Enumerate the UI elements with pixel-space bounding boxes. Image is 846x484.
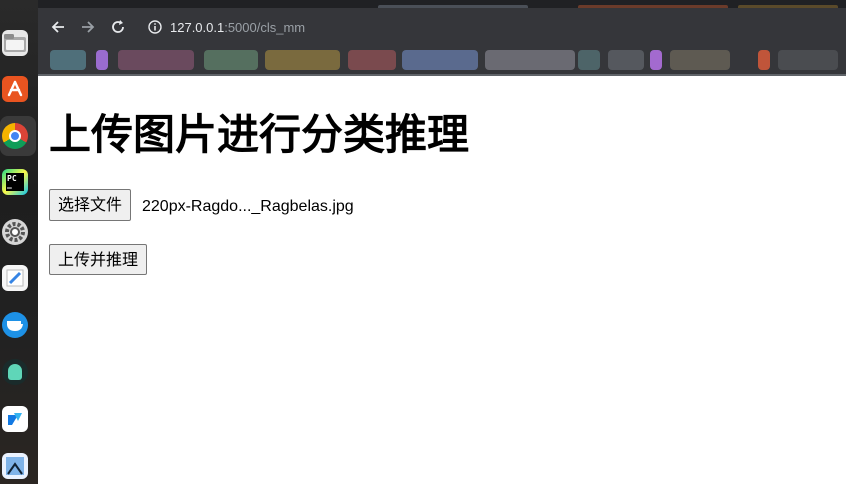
dock: PC —: [0, 0, 38, 484]
bookmark-item[interactable]: [265, 50, 340, 70]
upload-and-infer-button[interactable]: 上传并推理: [49, 244, 148, 275]
app-center-icon[interactable]: [2, 76, 28, 102]
gitkraken-icon[interactable]: [2, 359, 28, 385]
bookmark-item[interactable]: [778, 50, 838, 70]
bookmark-item[interactable]: [670, 50, 730, 70]
bookmark-item[interactable]: [650, 50, 662, 70]
reload-button[interactable]: [108, 17, 128, 37]
browser-chrome: 127.0.0.1:5000/cls_mm: [38, 0, 846, 76]
bookmark-item[interactable]: [50, 50, 86, 70]
chrome-icon[interactable]: [2, 123, 28, 149]
bookmark-item[interactable]: [608, 50, 644, 70]
page-title: 上传图片进行分类推理: [49, 110, 470, 159]
bookmark-item[interactable]: [758, 50, 770, 70]
bookmarks-bar: [38, 46, 846, 74]
bookmark-item[interactable]: [402, 50, 478, 70]
bookmark-item[interactable]: [578, 50, 600, 70]
bookmark-item[interactable]: [485, 50, 575, 70]
reload-icon: [112, 20, 124, 33]
forward-arrow-icon: [82, 21, 95, 33]
back-button[interactable]: [48, 17, 68, 37]
docker-icon[interactable]: [2, 312, 28, 338]
url-host: 127.0.0.1: [170, 19, 225, 35]
choose-file-button[interactable]: 选择文件: [49, 189, 132, 221]
files-icon[interactable]: [2, 30, 28, 56]
bookmark-item[interactable]: [348, 50, 396, 70]
image-viewer-icon[interactable]: [2, 453, 28, 479]
bookmark-item[interactable]: [204, 50, 258, 70]
forward-button[interactable]: [78, 17, 98, 37]
back-arrow-icon: [51, 21, 64, 33]
trae-icon[interactable]: [2, 406, 28, 432]
url-path: :5000/cls_mm: [224, 19, 306, 35]
settings-icon[interactable]: [2, 219, 28, 245]
page-content: 上传图片进行分类推理 选择文件 220px-Ragdo..._Ragbelas.…: [38, 76, 846, 484]
bookmark-item[interactable]: [96, 50, 108, 70]
text-editor-icon[interactable]: [2, 265, 28, 291]
address-bar[interactable]: 127.0.0.1:5000/cls_mm: [136, 14, 836, 40]
tab-strip[interactable]: [38, 0, 846, 8]
bookmark-item[interactable]: [118, 50, 194, 70]
selected-file-name: 220px-Ragdo..._Ragbelas.jpg: [142, 198, 354, 215]
pycharm-icon[interactable]: PC —: [2, 169, 28, 195]
site-info-icon[interactable]: [148, 20, 162, 34]
url-text[interactable]: 127.0.0.1:5000/cls_mm: [170, 20, 305, 35]
